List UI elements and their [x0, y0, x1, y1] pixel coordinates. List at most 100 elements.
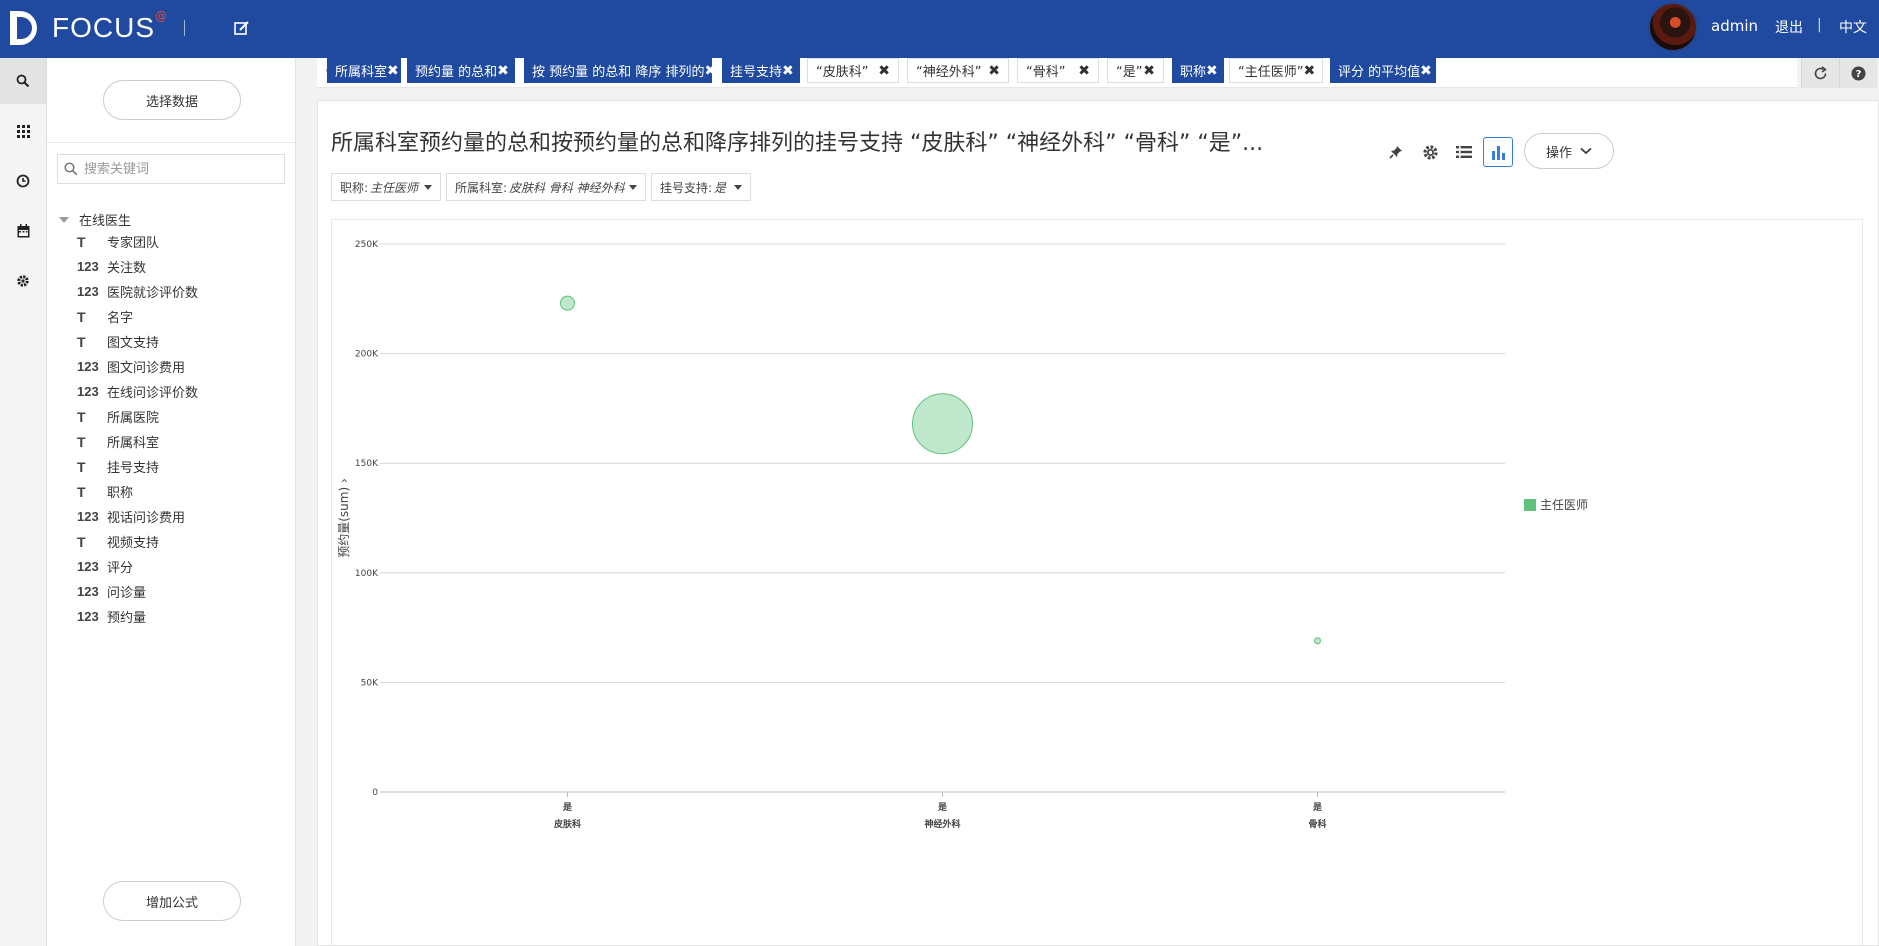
query-bar[interactable]: 所属科室 ✖ 预约量 的总和 ✖ 按 预约量 的总和 降序 排列的 ✖ 挂号支持 ✖ “皮肤科”… [317, 58, 1797, 88]
close-icon[interactable]: ✖ [1078, 63, 1090, 79]
filter-dropdown-title[interactable]: 职称: 主任医师 [331, 173, 441, 201]
field-name: 所属科室 [107, 436, 160, 451]
number-type-icon: 123 [77, 609, 99, 624]
text-type-icon: T [77, 233, 86, 250]
chart-view-button[interactable] [1483, 137, 1513, 167]
logo-text: FOCUS [52, 12, 155, 43]
close-icon[interactable]: ✖ [1420, 63, 1432, 79]
select-data-button[interactable]: 选择数据 [103, 80, 241, 120]
field-item[interactable]: T 所属科室 [77, 429, 198, 454]
table-view-button[interactable] [1449, 137, 1479, 167]
query-chip[interactable]: 挂号支持 ✖ [722, 58, 800, 83]
query-chip[interactable]: 按 预约量 的总和 降序 排列的 ✖ [524, 58, 716, 83]
close-icon[interactable]: ✖ [782, 63, 794, 79]
query-chip[interactable]: “骨科” ✖ [1017, 58, 1099, 83]
number-type-icon: 123 [77, 509, 99, 524]
query-chip-label: 所属科室 [335, 65, 388, 80]
close-icon[interactable]: ✖ [988, 63, 1000, 79]
field-name: 医院就诊评价数 [107, 286, 199, 301]
field-name: 专家团队 [107, 236, 160, 251]
query-chip[interactable]: “主任医师” ✖ [1229, 58, 1323, 83]
avatar[interactable] [1648, 2, 1698, 52]
query-chip[interactable]: 评分 的平均值 ✖ [1330, 58, 1436, 83]
pin-button[interactable] [1381, 137, 1411, 167]
grid-icon [16, 124, 30, 138]
caret-down-icon [59, 216, 69, 223]
query-chip[interactable]: “是” ✖ [1107, 58, 1164, 83]
query-chip-label: 评分 的平均值 [1338, 65, 1421, 80]
field-item[interactable]: 123 医院就诊评价数 [77, 279, 198, 304]
field-item[interactable]: 123 关注数 [77, 254, 198, 279]
query-chip-label: 挂号支持 [730, 65, 783, 80]
field-item[interactable]: T 名字 [77, 304, 198, 329]
refresh-button[interactable] [1801, 58, 1839, 88]
close-icon[interactable]: ✖ [1303, 63, 1315, 79]
field-item[interactable]: 123 预约量 [77, 604, 198, 629]
logout-link[interactable]: 退出 [1775, 17, 1803, 37]
language-switch[interactable]: 中文 [1839, 17, 1867, 37]
svg-text:?: ? [1856, 69, 1862, 80]
chart-plot-area: 0 50K 100K 150K 200K 250K 预约量(sum) › 是皮肤科 是神经外科 是… [331, 219, 1863, 946]
field-search[interactable] [57, 154, 285, 184]
list-icon [1456, 146, 1472, 158]
query-chip-label: “皮肤科” [816, 65, 869, 80]
close-icon[interactable]: ✖ [705, 63, 717, 79]
tree-root-online-doctors[interactable]: 在线医生 [59, 210, 131, 229]
field-item[interactable]: T 专家团队 [77, 229, 198, 254]
field-item[interactable]: 123 图文问诊费用 [77, 354, 198, 379]
y-tick-label: 150K [355, 459, 379, 469]
x-tick-label-top: 是 [1312, 802, 1323, 813]
chart-settings-button[interactable] [1415, 137, 1445, 167]
field-name: 关注数 [107, 261, 147, 276]
close-icon[interactable]: ✖ [878, 63, 890, 79]
field-item[interactable]: 123 在线问诊评价数 [77, 379, 198, 404]
add-formula-button[interactable]: 增加公式 [103, 881, 241, 921]
x-tick-label-top: 是 [937, 802, 948, 813]
number-type-icon: 123 [77, 384, 99, 399]
rail-settings[interactable] [0, 258, 46, 304]
rail-search[interactable] [0, 58, 46, 104]
query-chip-label: 预约量 的总和 [415, 65, 498, 80]
query-chip-label: “神经外科” [916, 65, 982, 80]
field-item[interactable]: T 所属医院 [77, 404, 198, 429]
chart-legend[interactable]: 主任医师 [1524, 496, 1588, 513]
x-tick-label-top: 是 [562, 802, 573, 813]
field-search-input[interactable] [84, 161, 274, 177]
field-name: 在线问诊评价数 [107, 386, 199, 401]
number-type-icon: 123 [77, 259, 99, 274]
refresh-icon [1814, 65, 1827, 79]
filter-dropdown-department[interactable]: 所属科室: 皮肤科 骨科 神经外科 [446, 173, 646, 201]
query-chip[interactable]: “神经外科” ✖ [907, 58, 1009, 83]
field-item[interactable]: 123 问诊量 [77, 579, 198, 604]
query-chip[interactable]: “皮肤科” ✖ [807, 58, 899, 83]
field-item[interactable]: T 图文支持 [77, 329, 198, 354]
filter-value: 主任医师 [370, 180, 419, 195]
rail-calendar[interactable] [0, 208, 46, 254]
field-item[interactable]: T 视频支持 [77, 529, 198, 554]
query-chip[interactable]: 所属科室 ✖ [327, 58, 401, 83]
query-chip[interactable]: 预约量 的总和 ✖ [407, 58, 515, 83]
field-item[interactable]: 123 视话问诊费用 [77, 504, 198, 529]
x-tick-label-bottom: 皮肤科 [553, 818, 581, 830]
y-tick-label: 0 [372, 788, 378, 798]
close-icon[interactable]: ✖ [497, 63, 509, 79]
rail-apps[interactable] [0, 108, 46, 154]
filter-dropdown-registration[interactable]: 挂号支持: 是 [651, 173, 751, 201]
pin-icon [1389, 146, 1402, 159]
close-icon[interactable]: ✖ [1206, 63, 1218, 79]
field-item[interactable]: 123 评分 [77, 554, 198, 579]
close-icon[interactable]: ✖ [1143, 63, 1155, 79]
operations-button[interactable]: 操作 [1524, 133, 1614, 169]
edit-icon[interactable] [231, 17, 253, 39]
focus-logo[interactable]: FOCUS @ [8, 8, 167, 48]
field-item[interactable]: T 职称 [77, 479, 198, 504]
caret-down-icon [424, 184, 432, 190]
gear-icon [17, 275, 29, 287]
field-item[interactable]: T 挂号支持 [77, 454, 198, 479]
close-icon[interactable]: ✖ [387, 63, 399, 79]
rail-history[interactable] [0, 158, 46, 204]
query-chip[interactable]: 职称 ✖ [1172, 58, 1224, 83]
query-chip-label: “主任医师” [1238, 65, 1304, 80]
username[interactable]: admin [1711, 17, 1758, 35]
help-button[interactable]: ? [1839, 58, 1877, 88]
